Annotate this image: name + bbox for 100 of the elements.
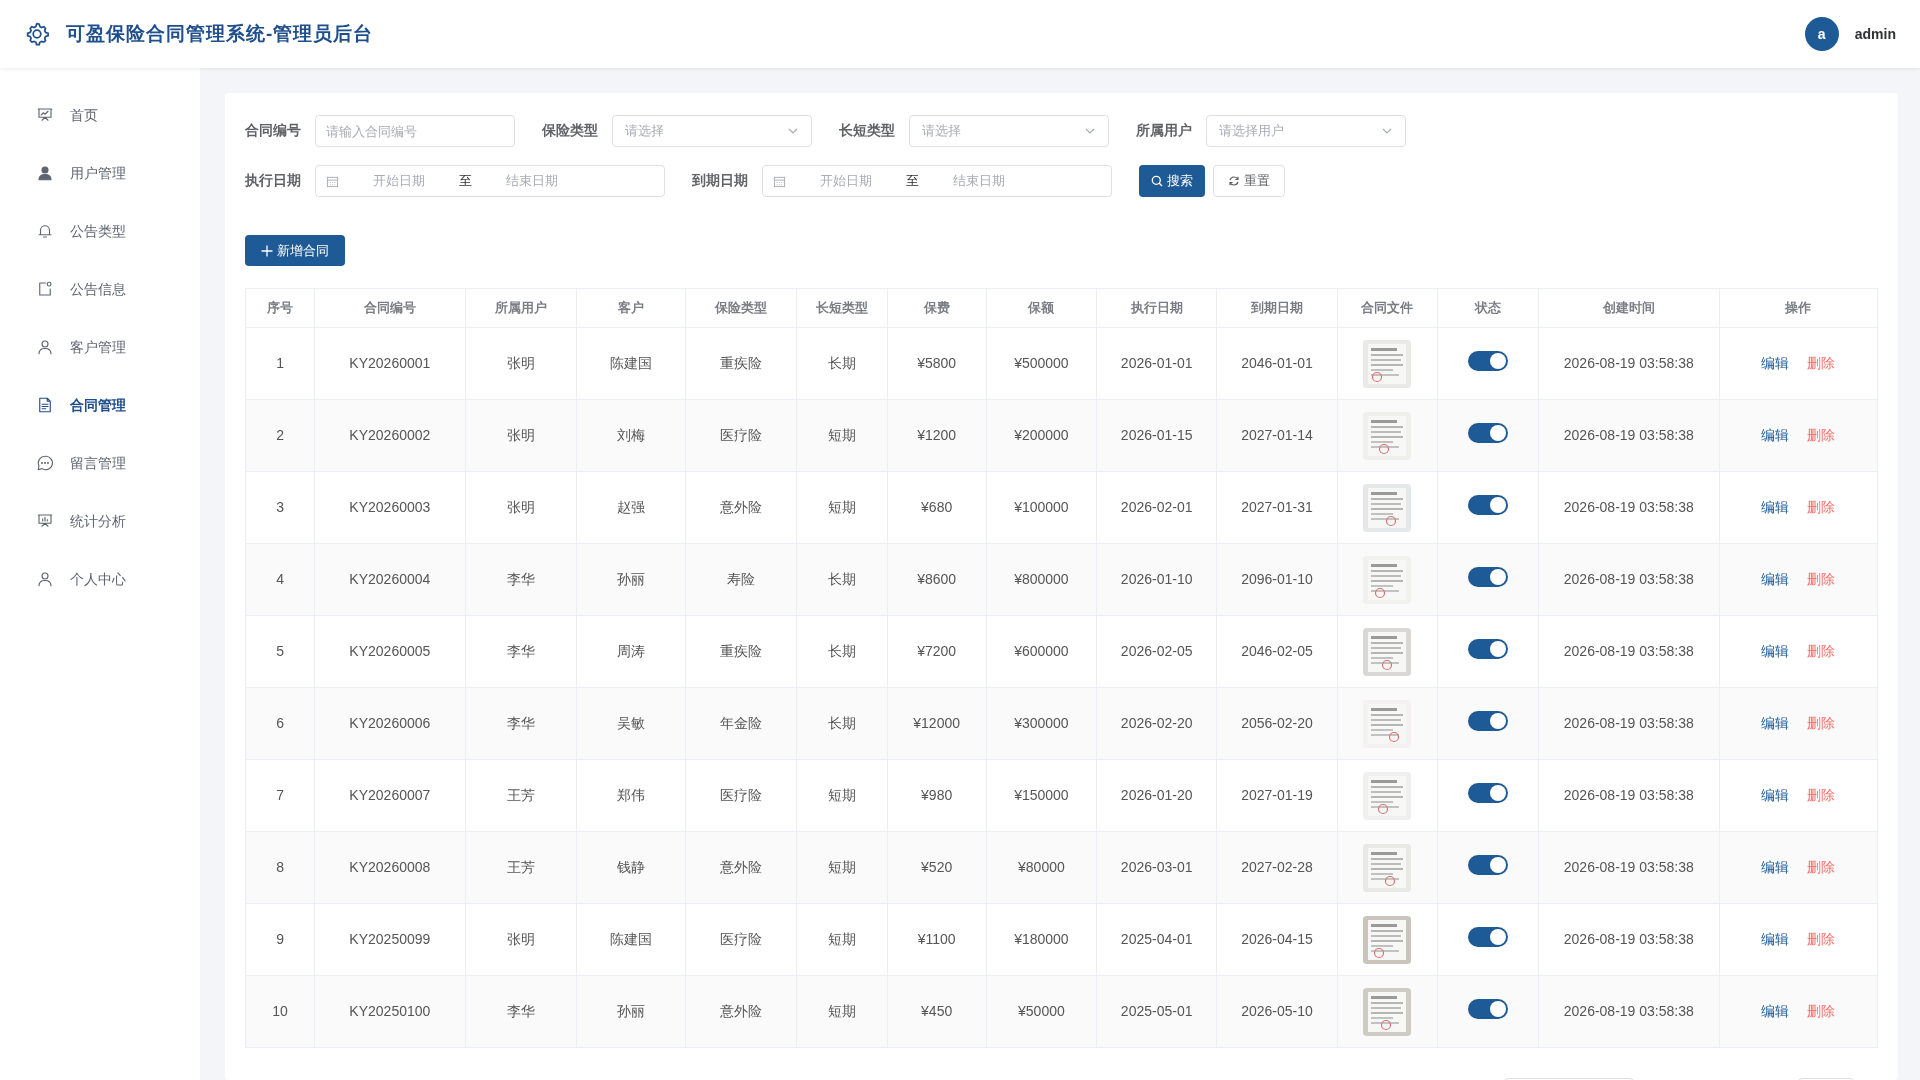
user-avatar[interactable]: a	[1804, 17, 1839, 51]
edit-link[interactable]: 编辑	[1761, 1003, 1790, 1019]
edit-link[interactable]: 编辑	[1761, 427, 1790, 443]
table-cell: 意外险	[685, 975, 797, 1048]
reset-button[interactable]: 重置	[1213, 165, 1285, 197]
sidebar-item[interactable]: 统计分析	[0, 492, 200, 550]
column-header: 长短类型	[796, 288, 888, 328]
sidebar-item[interactable]: 个人中心	[0, 550, 200, 608]
table-cell: 医疗险	[685, 759, 797, 832]
date-range-field[interactable]: 开始日期 至 结束日期	[762, 165, 1112, 197]
field-label: 所属用户	[1136, 121, 1193, 140]
sidebar-item[interactable]: 留言管理	[0, 434, 200, 492]
table-cell: 医疗险	[685, 903, 797, 976]
table-cell: 2025-04-01	[1096, 903, 1217, 976]
column-header: 保额	[986, 288, 1097, 328]
table-cell: 短期	[796, 903, 888, 976]
table-cell: 短期	[796, 975, 888, 1048]
app-title: 可盈保险合同管理系统-管理员后台	[66, 21, 374, 46]
table-cell: KY20260008	[314, 831, 465, 904]
table-cell: 意外险	[685, 831, 797, 904]
field-label: 到期日期	[692, 171, 749, 190]
table-cell: 短期	[796, 399, 888, 472]
toggle-switch[interactable]	[1467, 926, 1508, 947]
table-cell: KY20250099	[314, 903, 465, 976]
table-cell: ¥80000	[986, 831, 1097, 904]
toggle-switch[interactable]	[1467, 998, 1508, 1019]
field-label: 合同编号	[245, 121, 302, 140]
table-cell: 8	[245, 831, 315, 904]
table-cell: 2026-01-01	[1096, 327, 1217, 400]
column-header: 合同编号	[314, 288, 465, 328]
table-cell: 2025-05-01	[1096, 975, 1217, 1048]
add-contract-button[interactable]: 新增合同	[245, 235, 345, 266]
sidebar-item[interactable]: 合同管理	[0, 376, 200, 434]
table-cell: ¥12000	[887, 687, 987, 760]
table-cell: 2027-01-31	[1216, 471, 1338, 544]
table-cell: 2026-01-20	[1096, 759, 1217, 832]
toggle-switch[interactable]	[1467, 566, 1508, 587]
column-header: 创建时间	[1538, 288, 1719, 328]
date-range-field[interactable]: 开始日期 至 结束日期	[315, 165, 665, 197]
table-cell: 3	[245, 471, 315, 544]
table-cell: 重疾险	[685, 327, 797, 400]
table-cell: 刘梅	[576, 399, 686, 472]
sidebar-item[interactable]: 首页	[0, 86, 200, 144]
table-cell: 2026-02-05	[1096, 615, 1217, 688]
sidebar-item[interactable]: 公告信息	[0, 260, 200, 318]
table-cell: 2026-01-10	[1096, 543, 1217, 616]
table-cell: 9	[245, 903, 315, 976]
table-cell: ¥50000	[986, 975, 1097, 1048]
table-cell: 2026-02-20	[1096, 687, 1217, 760]
notice-icon	[36, 280, 54, 298]
column-header: 保费	[887, 288, 987, 328]
presentation-chart-icon	[36, 106, 54, 124]
edit-link[interactable]: 编辑	[1761, 499, 1790, 515]
table-cell: 李华	[465, 687, 577, 760]
toggle-switch[interactable]	[1467, 638, 1508, 659]
table-cell: ¥1200	[887, 399, 987, 472]
calendar-icon	[326, 174, 339, 188]
edit-link[interactable]: 编辑	[1761, 643, 1790, 659]
toggle-switch[interactable]	[1467, 422, 1508, 443]
settings-icon	[24, 21, 50, 47]
table-cell: ¥600000	[986, 615, 1097, 688]
bell-icon	[36, 222, 54, 240]
edit-link[interactable]: 编辑	[1761, 859, 1790, 875]
column-header: 客户	[576, 288, 686, 328]
toggle-switch[interactable]	[1467, 782, 1508, 803]
toggle-switch[interactable]	[1467, 710, 1508, 731]
table-cell: ¥180000	[986, 903, 1097, 976]
table-cell: 2046-01-01	[1216, 327, 1338, 400]
table-cell: ¥450	[887, 975, 987, 1048]
edit-link[interactable]: 编辑	[1761, 787, 1790, 803]
toggle-switch[interactable]	[1467, 350, 1508, 371]
table-cell: 2026-08-19 03:58:38	[1538, 543, 1719, 616]
user-name[interactable]: admin	[1854, 23, 1896, 45]
table-cell: 1	[245, 327, 315, 400]
chat-bubble-icon	[36, 454, 54, 472]
edit-link[interactable]: 编辑	[1761, 355, 1790, 371]
edit-link[interactable]: 编辑	[1761, 715, 1790, 731]
input-field[interactable]: 请输入合同编号	[315, 115, 515, 147]
table-cell: 2026-03-01	[1096, 831, 1217, 904]
table-cell: 孙丽	[576, 543, 686, 616]
column-header: 操作	[1719, 288, 1878, 328]
sidebar-item[interactable]: 用户管理	[0, 144, 200, 202]
toggle-switch[interactable]	[1467, 494, 1508, 515]
search-button[interactable]: 搜索	[1139, 165, 1205, 197]
table-cell: ¥800000	[986, 543, 1097, 616]
table-cell: 2026-08-19 03:58:38	[1538, 399, 1719, 472]
table-cell: 2027-02-28	[1216, 831, 1338, 904]
table-cell: 长期	[796, 327, 888, 400]
table-cell: KY20260002	[314, 399, 465, 472]
table-cell: 2026-08-19 03:58:38	[1538, 687, 1719, 760]
table-cell: 2027-01-14	[1216, 399, 1338, 472]
refresh-icon	[1228, 175, 1240, 187]
edit-link[interactable]: 编辑	[1761, 931, 1790, 947]
table-cell: KY20260001	[314, 327, 465, 400]
toggle-switch[interactable]	[1467, 854, 1508, 875]
edit-link[interactable]: 编辑	[1761, 571, 1790, 587]
table-cell: 2026-08-19 03:58:38	[1538, 327, 1719, 400]
table-cell: 2096-01-10	[1216, 543, 1338, 616]
sidebar-item[interactable]: 公告类型	[0, 202, 200, 260]
sidebar-item[interactable]: 客户管理	[0, 318, 200, 376]
